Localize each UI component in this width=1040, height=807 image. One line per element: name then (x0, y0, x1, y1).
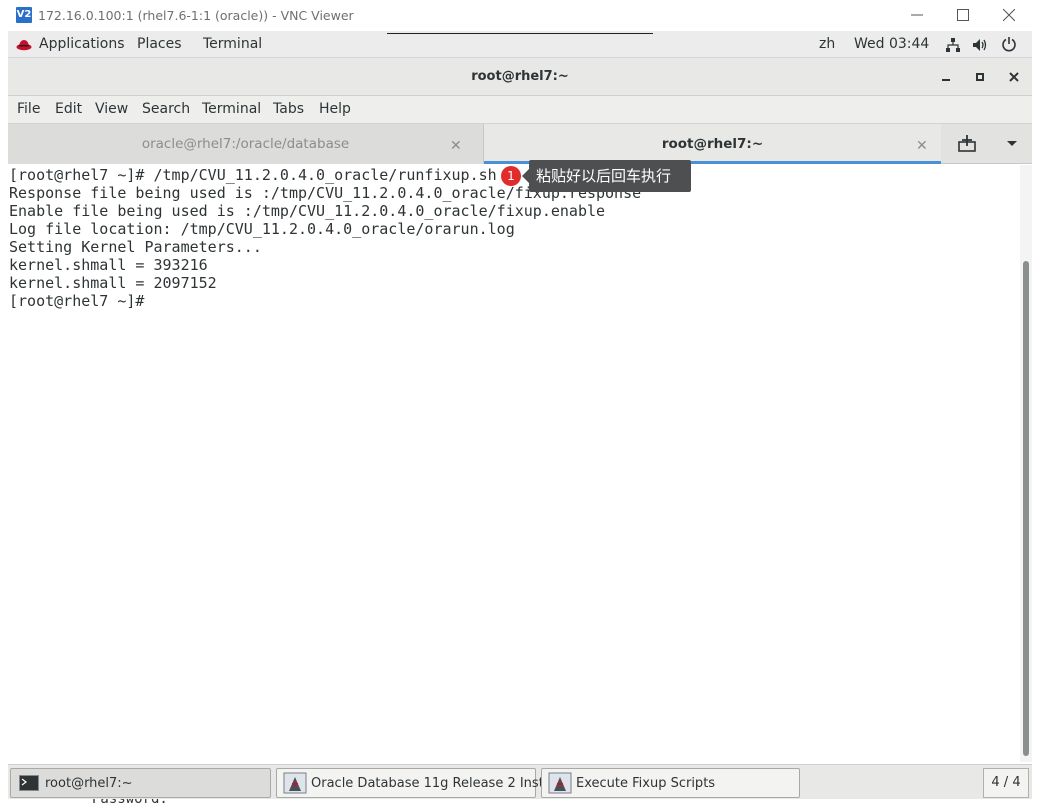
maximize-icon[interactable] (946, 4, 980, 26)
menu-file[interactable]: File (17, 101, 40, 117)
network-icon[interactable] (945, 37, 961, 53)
terminal-icon (19, 775, 39, 791)
oracle-installer-icon (548, 772, 572, 794)
workspace-switcher[interactable]: 4 / 4 (983, 768, 1029, 798)
new-tab-icon[interactable] (956, 133, 978, 155)
frame-right (1032, 31, 1040, 799)
terminal-maximize-icon[interactable] (969, 66, 991, 88)
terminal-line: Enable file being used is :/tmp/CVU_11.2… (9, 202, 606, 220)
terminal-prompt: [root@rhel7 ~]# (9, 292, 145, 310)
power-icon[interactable] (1001, 36, 1017, 52)
applications-menu[interactable]: Applications (39, 36, 125, 52)
terminal-line: Setting Kernel Parameters... (9, 238, 262, 256)
terminal-close-icon[interactable] (1003, 66, 1025, 88)
annotation-number-badge: 1 (501, 166, 521, 186)
terminal-minimize-icon[interactable] (935, 66, 957, 88)
menu-search[interactable]: Search (142, 101, 190, 117)
annotation-callout: 粘贴好以后回车执行 (522, 160, 691, 192)
window-list-taskbar: root@rhel7:~ Oracle Database 11g Release… (8, 764, 1032, 799)
tab-root[interactable]: root@rhel7:~ ✕ (484, 124, 941, 164)
taskbar-item-fixup-scripts[interactable]: Execute Fixup Scripts (541, 768, 800, 798)
tab-list-chevron-down-icon[interactable] (1004, 134, 1020, 152)
terminal-scrollbar[interactable] (1020, 165, 1032, 762)
menu-tabs[interactable]: Tabs (273, 101, 304, 117)
tab-close-icon[interactable]: ✕ (916, 137, 928, 154)
terminal-tabbar: oracle@rhel7:/oracle/database ✕ root@rhe… (8, 124, 1032, 164)
taskbar-item-oracle-installer[interactable]: Oracle Database 11g Release 2 Insta... (276, 768, 564, 798)
vnc-window-title: 172.16.0.100:1 (rhel7.6-1:1 (oracle)) - … (38, 8, 354, 23)
terminal-output[interactable]: [root@rhel7 ~]# /tmp/CVU_11.2.0.4.0_orac… (8, 165, 1020, 762)
vnc-toolbar-notch[interactable] (387, 31, 653, 34)
menu-terminal[interactable]: Terminal (202, 101, 261, 117)
terminal-line: kernel.shmall = 2097152 (9, 274, 217, 292)
places-menu[interactable]: Places (137, 36, 182, 52)
oracle-installer-icon (283, 772, 307, 794)
taskbar-item-label: root@rhel7:~ (45, 776, 133, 791)
menu-edit[interactable]: Edit (55, 101, 82, 117)
taskbar-item-terminal[interactable]: root@rhel7:~ (10, 768, 271, 798)
terminal-menubar: File Edit View Search Terminal Tabs Help (8, 96, 1032, 124)
tab-oracle-database[interactable]: oracle@rhel7:/oracle/database ✕ (8, 124, 484, 164)
tab-label: oracle@rhel7:/oracle/database (141, 136, 350, 152)
menu-help[interactable]: Help (319, 101, 351, 117)
background-password-text: Password: (92, 799, 168, 807)
terminal-app-menu[interactable]: Terminal (203, 36, 262, 52)
minimize-icon[interactable] (900, 4, 934, 26)
input-language-indicator[interactable]: zh (819, 36, 835, 52)
vnc-titlebar: V2 172.16.0.100:1 (rhel7.6-1:1 (oracle))… (0, 0, 1040, 31)
taskbar-item-label: Oracle Database 11g Release 2 Insta... (311, 776, 565, 791)
terminal-line: kernel.shmall = 393216 (9, 256, 208, 274)
terminal-window-title: root@rhel7:~ (471, 69, 569, 84)
background-window-strip: Password: (0, 799, 1040, 807)
taskbar-item-label: Execute Fixup Scripts (576, 776, 716, 791)
frame-left (0, 31, 8, 799)
volume-icon[interactable] (972, 37, 988, 53)
tab-close-icon[interactable]: ✕ (450, 137, 462, 154)
close-icon[interactable] (992, 4, 1026, 26)
terminal-window-header: root@rhel7:~ (8, 58, 1032, 96)
terminal-line: Log file location: /tmp/CVU_11.2.0.4.0_o… (9, 220, 515, 238)
scrollbar-thumb[interactable] (1023, 261, 1029, 756)
clock[interactable]: Wed 03:44 (854, 36, 929, 52)
tab-label: root@rhel7:~ (661, 136, 764, 152)
menu-view[interactable]: View (95, 101, 128, 117)
redhat-icon (16, 40, 32, 51)
gnome-top-bar: Applications Places Terminal zh Wed 03:4… (8, 31, 1032, 58)
terminal-line: [root@rhel7 ~]# /tmp/CVU_11.2.0.4.0_orac… (9, 166, 497, 184)
vnc-logo-icon: V2 (16, 7, 32, 23)
